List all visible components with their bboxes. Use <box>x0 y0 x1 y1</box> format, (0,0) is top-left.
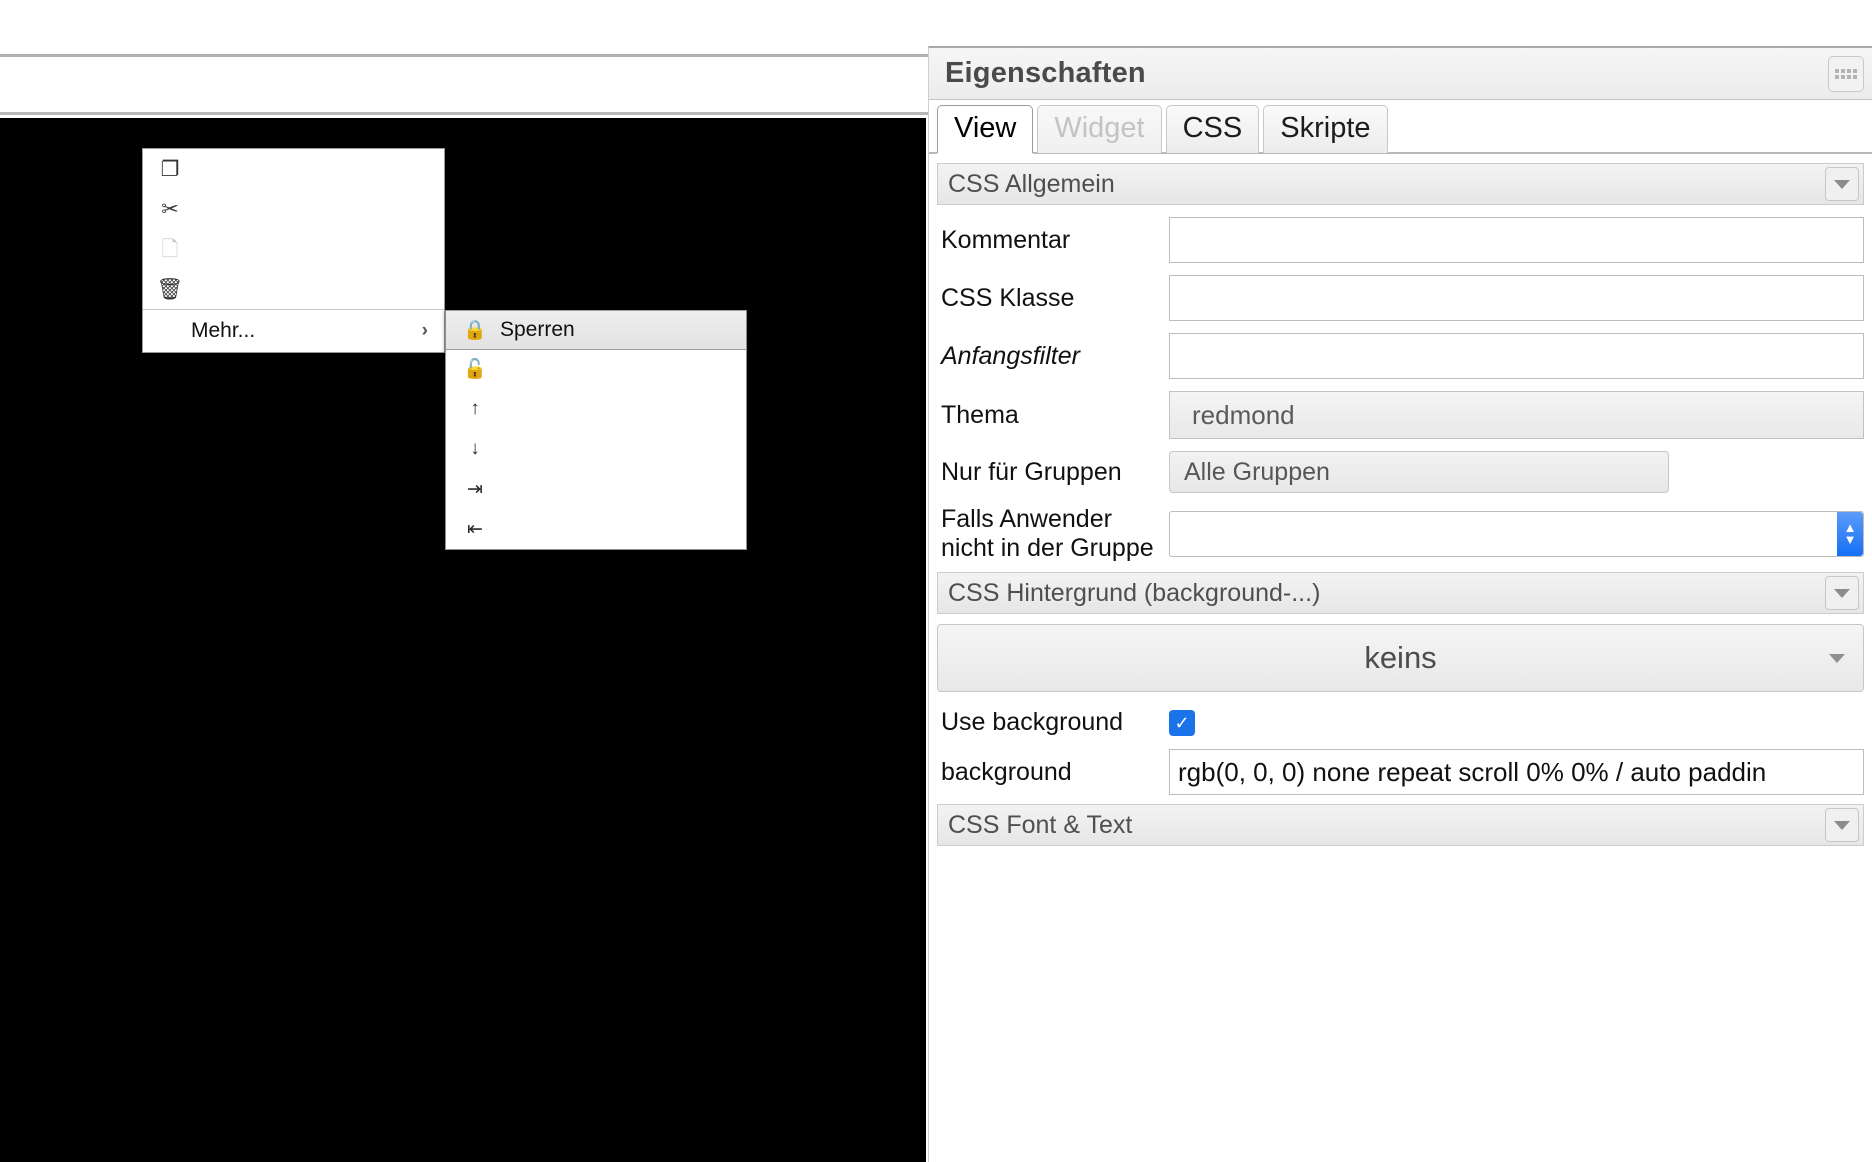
section-header-css-allgemein[interactable]: CSS Allgemein <box>937 163 1864 205</box>
submenu-item-move-to-start[interactable]: ⇤ <box>446 509 746 549</box>
paste-icon: 🗋 <box>161 237 179 261</box>
label-falls-anwender: Falls Anwender nicht in der Gruppe <box>941 505 1154 562</box>
unlock-icon: 🔓 <box>463 359 487 380</box>
context-menu-item-paste: 🗋 <box>143 229 444 269</box>
field-row-falls-anwender: Falls Anwender nicht in der Gruppe ▲ ▼ <box>937 505 1864 563</box>
app-root: ❐ ✂ 🗋 🗑 Mehr... › 🔒 Sperren 🔓 ↑ ↓ ⇥ ⇤ Ei… <box>0 0 1872 1162</box>
label-nur-fuer-gruppen: Nur für Gruppen <box>941 457 1122 486</box>
section-title-css-hintergrund: CSS Hintergrund (background-...) <box>948 578 1321 607</box>
move-to-start-icon: ⇤ <box>467 518 483 540</box>
spinner-stepper-icon[interactable]: ▲ ▼ <box>1837 512 1863 556</box>
tab-widget: Widget <box>1037 105 1162 153</box>
grip-handle-icon[interactable] <box>1828 56 1864 92</box>
chevron-down-icon-background-preset <box>1829 654 1845 663</box>
label-thema: Thema <box>941 400 1019 429</box>
field-row-css-klasse: CSS Klasse <box>937 275 1864 321</box>
submenu-item-move-down[interactable]: ↓ <box>446 429 746 469</box>
label-kommentar: Kommentar <box>941 225 1071 254</box>
tab-bar: View Widget CSS Skripte <box>929 100 1872 154</box>
tab-css[interactable]: CSS <box>1165 105 1260 153</box>
field-row-background: background rgb(0, 0, 0) none repeat scro… <box>937 749 1864 795</box>
use-background-checkbox[interactable]: ✓ <box>1169 709 1195 736</box>
thema-select[interactable]: redmond <box>1169 391 1864 439</box>
move-to-end-icon: ⇥ <box>467 478 483 500</box>
label-css-klasse: CSS Klasse <box>941 283 1075 312</box>
field-row-anfangsfilter: Anfangsfilter <box>937 333 1864 379</box>
context-menu-item-cut[interactable]: ✂ <box>143 189 444 229</box>
label-anfangsfilter: Anfangsfilter <box>941 341 1080 370</box>
delete-icon: 🗑 <box>156 277 184 301</box>
field-row-nur-fuer-gruppen: Nur für Gruppen Alle Gruppen <box>937 451 1864 493</box>
submenu-item-move-to-end[interactable]: ⇥ <box>446 469 746 509</box>
chevron-down-icon-css-hintergrund[interactable] <box>1825 576 1859 610</box>
background-input[interactable]: rgb(0, 0, 0) none repeat scroll 0% 0% / … <box>1169 749 1864 795</box>
arrow-down-icon: ↓ <box>470 438 480 459</box>
nur-fuer-gruppen-select[interactable]: Alle Gruppen <box>1169 451 1669 493</box>
tab-skripte[interactable]: Skripte <box>1263 105 1388 153</box>
cut-icon: ✂ <box>161 197 179 221</box>
submenu-item-unlock[interactable]: 🔓 <box>446 349 746 389</box>
section-title-css-allgemein: CSS Allgemein <box>948 169 1115 198</box>
chevron-right-icon: › <box>421 320 428 341</box>
context-submenu[interactable]: 🔒 Sperren 🔓 ↑ ↓ ⇥ ⇤ <box>445 310 747 550</box>
kommentar-input[interactable] <box>1169 217 1864 263</box>
field-row-kommentar: Kommentar <box>937 217 1864 263</box>
falls-anwender-input[interactable]: ▲ ▼ <box>1169 511 1864 557</box>
copy-icon: ❐ <box>160 157 180 181</box>
context-menu-item-more[interactable]: Mehr... › <box>143 310 444 352</box>
tab-view[interactable]: View <box>937 105 1034 153</box>
chevron-down-icon-css-font-text[interactable] <box>1825 808 1859 842</box>
submenu-label-sperren: Sperren <box>500 318 575 341</box>
context-menu-item-delete[interactable]: 🗑 <box>143 269 444 309</box>
properties-panel: Eigenschaften View Widget CSS Skripte CS… <box>928 46 1872 1162</box>
top-toolbar-lower <box>0 60 928 115</box>
anfangsfilter-input[interactable] <box>1169 333 1864 379</box>
section-title-css-font-text: CSS Font & Text <box>948 810 1133 839</box>
chevron-down-icon-css-allgemein[interactable] <box>1825 167 1859 201</box>
section-header-css-hintergrund[interactable]: CSS Hintergrund (background-...) <box>937 572 1864 614</box>
field-row-use-background: Use background ✓ <box>937 708 1864 737</box>
background-preset-select[interactable]: keins <box>937 624 1864 692</box>
context-menu-item-copy[interactable]: ❐ <box>143 149 444 189</box>
top-toolbar-upper <box>0 0 928 57</box>
background-preset-value: keins <box>1364 640 1437 675</box>
label-background: background <box>941 757 1072 786</box>
submenu-item-sperren[interactable]: 🔒 Sperren <box>446 310 746 350</box>
label-use-background: Use background <box>941 708 1124 736</box>
properties-panel-header: Eigenschaften <box>929 48 1872 100</box>
section-header-css-font-text[interactable]: CSS Font & Text <box>937 804 1864 846</box>
lock-icon: 🔒 <box>463 320 487 341</box>
design-canvas[interactable] <box>0 118 926 1162</box>
context-menu-label-more: Mehr... <box>191 319 256 342</box>
context-menu[interactable]: ❐ ✂ 🗋 🗑 Mehr... › <box>142 148 445 353</box>
arrow-up-icon: ↑ <box>470 398 480 419</box>
page-title: Eigenschaften <box>945 57 1146 89</box>
css-klasse-input[interactable] <box>1169 275 1864 321</box>
field-row-thema: Thema redmond <box>937 391 1864 439</box>
submenu-item-move-up[interactable]: ↑ <box>446 389 746 429</box>
